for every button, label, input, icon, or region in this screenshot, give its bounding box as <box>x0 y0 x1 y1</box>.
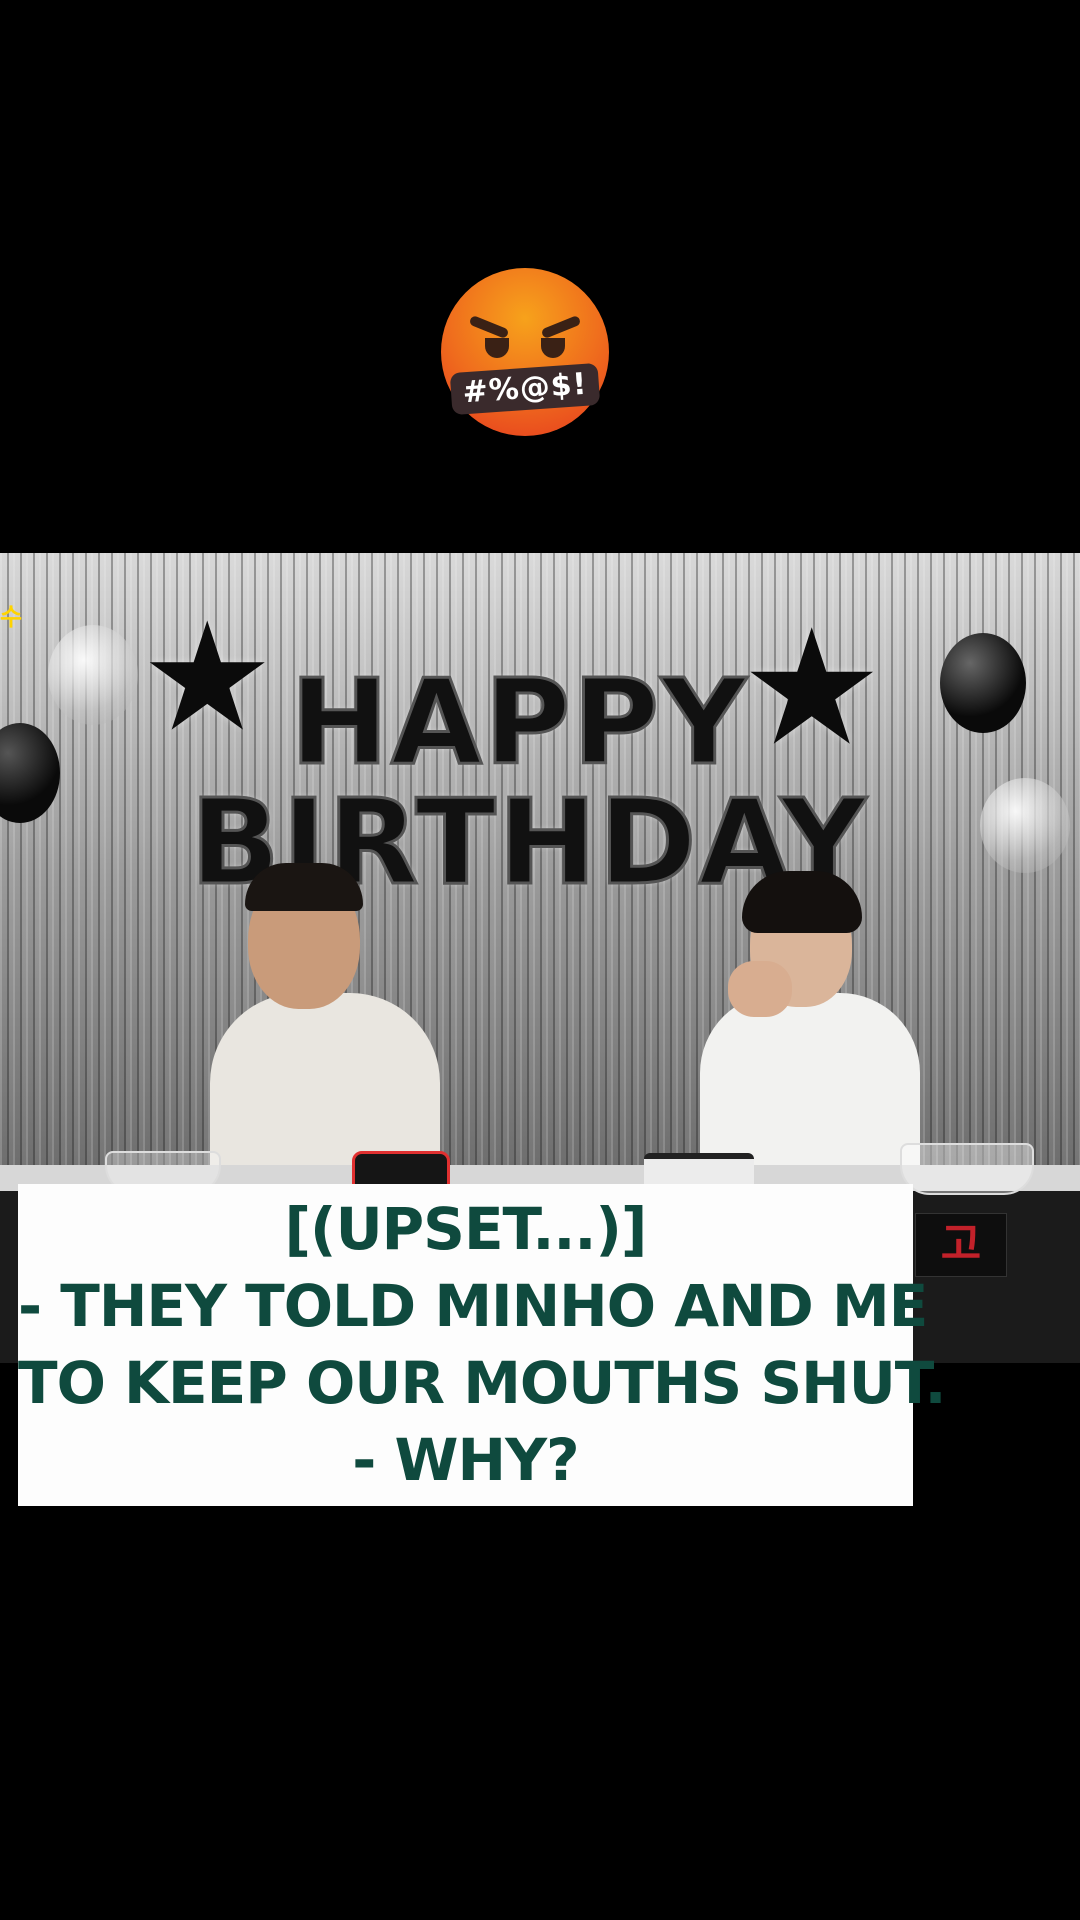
channel-logo: 수 <box>0 603 23 631</box>
right-eye <box>541 338 565 358</box>
star-balloon-icon: ★ <box>740 594 884 781</box>
subtitle-caption: [(UPSET...)] - THEY TOLD MINHO AND ME TO… <box>18 1184 947 1506</box>
program-sign: 고 <box>915 1213 1007 1277</box>
left-eye <box>485 338 509 358</box>
emoji-swear-text: #%@$! <box>449 362 601 416</box>
caption-line: TO KEEP OUR MOUTHS SHUT. <box>18 1349 947 1417</box>
host-left-hair <box>245 863 363 911</box>
right-brow <box>540 314 582 340</box>
clear-balloon <box>980 778 1070 873</box>
guest-right-hands <box>728 961 792 1017</box>
caption-line: [(UPSET...)] <box>284 1195 648 1263</box>
balloon-letters-happy: HAPPY <box>289 652 749 793</box>
black-balloon <box>0 723 60 823</box>
black-balloon <box>940 633 1026 733</box>
clear-balloon <box>48 625 138 725</box>
left-brow <box>468 314 510 340</box>
caption-line: - THEY TOLD MINHO AND ME <box>18 1272 928 1340</box>
caption-line: - WHY? <box>352 1426 579 1494</box>
star-balloon-icon: ★ <box>140 591 275 765</box>
glass-bowl <box>900 1143 1034 1195</box>
guest-right-hair <box>742 871 862 933</box>
angry-swearing-face-icon: #%@$! <box>441 268 609 436</box>
